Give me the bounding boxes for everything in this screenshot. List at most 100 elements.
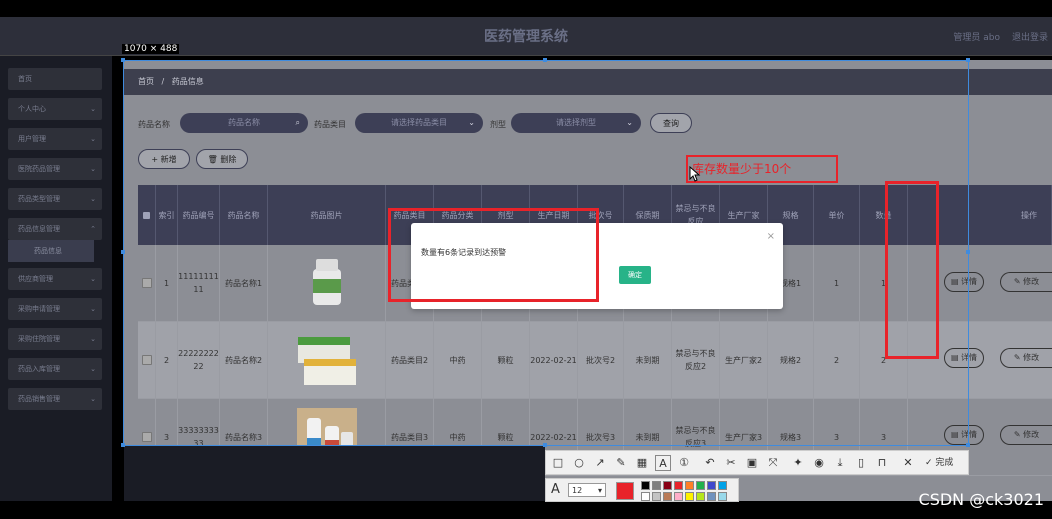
resize-handle[interactable] [966, 250, 970, 254]
pen-tool-icon[interactable]: ✎ [613, 455, 629, 471]
color-swatch[interactable] [641, 481, 650, 490]
drug-category-label: 药品类目 [314, 120, 346, 129]
query-button[interactable]: 查询 [650, 113, 692, 133]
sidebar-item-sales[interactable]: 药品销售管理 ⌄ [8, 388, 102, 410]
color-swatch[interactable] [674, 492, 683, 501]
color-swatch[interactable] [674, 481, 683, 490]
color-swatch[interactable] [663, 481, 672, 490]
dosage-form-select[interactable]: 请选择剂型 ⌄ [511, 113, 641, 133]
edit-button[interactable]: ✎ 修改 [1000, 272, 1052, 292]
user-info: 管理员 abo [953, 33, 1000, 43]
sidebar-item-label: 个人中心 [18, 105, 46, 113]
font-size-select[interactable]: 12 ▾ [568, 483, 606, 497]
edit-button[interactable]: ✎ 修改 [1000, 425, 1052, 445]
color-swatch[interactable] [652, 481, 661, 490]
header-code[interactable]: 药品编号 [178, 185, 220, 245]
sidebar-item-drug-types[interactable]: 药品类型管理 ⌄ [8, 188, 102, 210]
header-price[interactable]: 单价 [814, 185, 860, 245]
resize-handle[interactable] [543, 443, 547, 447]
color-swatch[interactable] [652, 492, 661, 501]
delete-button[interactable]: 🗑 删除 [196, 149, 248, 169]
arrow-tool-icon[interactable]: ↗ [592, 455, 608, 471]
cell-batch: 批次号2 [578, 322, 624, 399]
edit-button[interactable]: ✎ 修改 [1000, 348, 1052, 368]
header-name[interactable]: 药品名称 [220, 185, 268, 245]
record-icon[interactable]: ◉ [811, 455, 827, 471]
logout-link[interactable]: 退出登录 [1012, 30, 1048, 43]
header-select-all[interactable] [138, 185, 156, 245]
sidebar-subitem-drug-info[interactable]: 药品信息 [8, 240, 94, 262]
phone-icon[interactable]: ▯ [853, 455, 869, 471]
close-icon[interactable]: × [767, 231, 775, 242]
color-swatch[interactable] [707, 481, 716, 490]
drug-name-label: 药品名称 [138, 120, 170, 129]
undo-icon[interactable]: ↶ [702, 455, 718, 471]
current-color-swatch[interactable] [616, 482, 634, 500]
color-swatch[interactable] [696, 481, 705, 490]
color-swatch[interactable] [718, 492, 727, 501]
select-all-checkbox[interactable] [143, 211, 150, 219]
download-icon[interactable]: ⤓ [832, 455, 848, 471]
header-image[interactable]: 药品图片 [268, 185, 386, 245]
resize-handle[interactable] [121, 443, 125, 447]
check-icon: ✓ [925, 458, 936, 468]
resize-handle[interactable] [966, 58, 970, 62]
resize-handle[interactable] [121, 58, 125, 62]
detail-button[interactable]: ▤ 详情 [944, 425, 984, 445]
cut-icon[interactable]: ✂ [723, 455, 739, 471]
bookmark-icon[interactable]: ⊓ [874, 455, 890, 471]
row-checkbox-cell[interactable] [138, 245, 156, 322]
search-icon: ⌕ [295, 118, 300, 127]
chevron-down-icon: ▾ [597, 486, 602, 495]
pin-icon[interactable]: ✦ [790, 455, 806, 471]
chevron-down-icon: ⌄ [90, 395, 96, 403]
translate-icon[interactable]: ⤧ [765, 455, 781, 471]
sidebar-item-purchase-requests[interactable]: 采购申请管理 ⌄ [8, 298, 102, 320]
row-checkbox[interactable] [141, 432, 152, 442]
cell-price: 2 [814, 322, 860, 399]
detail-button[interactable]: ▤ 详情 [944, 272, 984, 292]
sidebar-item-users[interactable]: 用户管理 ⌄ [8, 128, 102, 150]
sidebar-item-purchase-admissions[interactable]: 采购住院管理 ⌄ [8, 328, 102, 350]
number-tool-icon[interactable]: ① [676, 455, 692, 471]
drug-category-select[interactable]: 请选择药品类目 ⌄ [355, 113, 483, 133]
color-swatch[interactable] [707, 492, 716, 501]
mosaic-tool-icon[interactable]: ▦ [634, 455, 650, 471]
color-swatch[interactable] [641, 492, 650, 501]
drug-category-placeholder: 请选择药品类目 [391, 118, 447, 127]
sidebar-item-stock-in[interactable]: 药品入库管理 ⌄ [8, 358, 102, 380]
detail-button[interactable]: ▤ 详情 [944, 348, 984, 368]
resize-handle[interactable] [543, 58, 547, 62]
annotation-text[interactable]: 库存数量少于10个 [686, 155, 838, 183]
chevron-down-icon: ⌄ [90, 165, 96, 173]
sidebar-item-drug-info[interactable]: 药品信息管理 ⌃ [8, 218, 102, 240]
color-swatch[interactable] [696, 492, 705, 501]
close-icon[interactable]: ✕ [900, 455, 916, 471]
color-swatch[interactable] [718, 481, 727, 490]
drug-name-input[interactable]: 药品名称 ⌕ [180, 113, 308, 133]
sidebar-item-profile[interactable]: 个人中心 ⌄ [8, 98, 102, 120]
delete-label: 删除 [220, 155, 237, 164]
color-swatch[interactable] [663, 492, 672, 501]
sidebar-item-home[interactable]: 首页 [8, 68, 102, 90]
row-checkbox[interactable] [141, 355, 152, 365]
detail-label: 详情 [961, 277, 978, 286]
color-swatch[interactable] [685, 492, 694, 501]
sidebar-item-hospital-drugs[interactable]: 医院药品管理 ⌄ [8, 158, 102, 180]
confirm-button[interactable]: 确定 [619, 266, 651, 284]
ocr-icon[interactable]: ▣ [744, 455, 760, 471]
color-swatch[interactable] [685, 481, 694, 490]
row-checkbox[interactable] [141, 278, 152, 288]
ellipse-tool-icon[interactable]: ○ [571, 455, 587, 471]
rectangle-tool-icon[interactable]: □ [550, 455, 566, 471]
breadcrumb-home[interactable]: 首页 [138, 77, 154, 86]
edit-label: 修改 [1023, 353, 1040, 362]
done-button[interactable]: ✓ 完成 [925, 455, 953, 471]
resize-handle[interactable] [121, 250, 125, 254]
resize-handle[interactable] [966, 443, 970, 447]
add-button[interactable]: + 新增 [138, 149, 190, 169]
sidebar-item-suppliers[interactable]: 供应商管理 ⌄ [8, 268, 102, 290]
row-checkbox-cell[interactable] [138, 322, 156, 399]
sidebar-item-label: 药品销售管理 [18, 395, 60, 403]
text-tool-icon[interactable]: A [655, 455, 671, 471]
